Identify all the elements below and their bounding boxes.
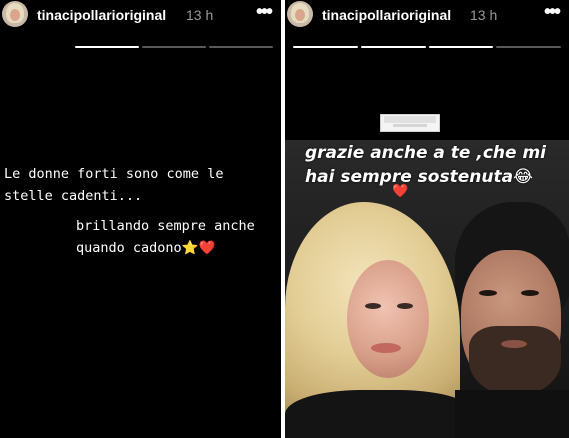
woman-coat	[285, 390, 475, 438]
quote-text: Le donne forti sono come le stelle caden…	[4, 163, 223, 207]
story-panel-left[interactable]: tinacipollarioriginal 13 h ••• Le donne …	[0, 0, 281, 438]
story-progress-bar	[8, 46, 273, 48]
quote-line-1: Le donne forti sono come le	[4, 166, 224, 182]
heart-emoji-icon: ❤️	[392, 183, 409, 198]
progress-segment	[428, 46, 494, 48]
man-beard	[469, 326, 561, 396]
laughing-emoji-icon: 😂	[513, 167, 533, 187]
story-progress-bar	[293, 46, 561, 48]
caption-line-2: hai sempre sostenuta	[305, 167, 514, 187]
man-coat	[455, 390, 569, 438]
eye	[521, 290, 539, 296]
progress-segment	[75, 46, 139, 48]
eye	[397, 303, 413, 309]
progress-segment	[360, 46, 426, 48]
progress-segment	[209, 46, 273, 48]
mouth	[501, 340, 527, 348]
heart-emoji-icon: ❤️	[198, 240, 216, 256]
story-panel-right[interactable]: tinacipollarioriginal 13 h ••• grazie an…	[285, 0, 569, 438]
quote-line-2: stelle cadenti...	[4, 188, 143, 204]
lips	[371, 343, 401, 353]
username[interactable]: tinacipollarioriginal	[37, 7, 166, 23]
eye	[365, 303, 381, 309]
story-header: tinacipollarioriginal 13 h •••	[0, 0, 281, 46]
more-options-icon[interactable]: •••	[544, 2, 561, 22]
username[interactable]: tinacipollarioriginal	[322, 7, 451, 23]
story-header: tinacipollarioriginal 13 h •••	[285, 0, 569, 46]
quote2-line-2: quando cadono	[76, 240, 182, 256]
story-caption: grazie anche a te ,che mi hai sempre sos…	[305, 141, 546, 189]
progress-segment	[142, 46, 206, 48]
caption-line-1: grazie anche a te ,che mi	[305, 143, 546, 163]
post-time: 13 h	[186, 7, 214, 23]
woman-face	[347, 260, 429, 378]
quote-text-2: brillando sempre anche quando cadono⭐❤️	[76, 215, 255, 259]
post-time: 13 h	[470, 7, 498, 23]
more-options-icon[interactable]: •••	[256, 2, 273, 22]
quote2-line-1: brillando sempre anche	[76, 218, 255, 234]
star-emoji-icon: ⭐	[181, 240, 199, 256]
avatar[interactable]	[287, 1, 313, 27]
progress-segment	[496, 46, 561, 48]
location-sticker	[380, 114, 440, 132]
avatar[interactable]	[2, 1, 28, 27]
progress-segment	[293, 46, 358, 48]
eye	[479, 290, 497, 296]
